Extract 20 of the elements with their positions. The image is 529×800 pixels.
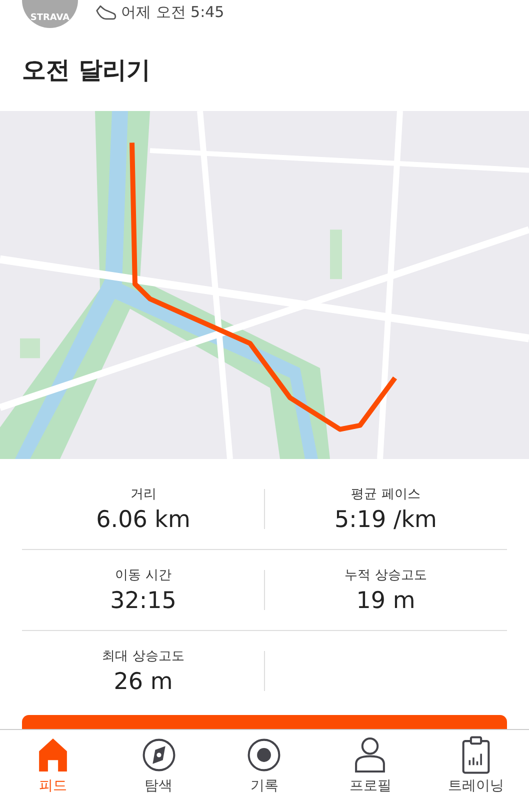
shoe-icon [95,4,117,20]
stat-label: 이동 시간 [115,567,172,584]
stat-label: 평균 페이스 [351,486,420,503]
activity-title: 오전 달리기 [21,55,152,85]
nav-tab[interactable]: 기록 [212,730,318,800]
compass-icon [140,736,177,774]
nav-tab[interactable]: 탐색 [106,730,212,800]
avatar-label: STRAVA [30,12,70,25]
nav-tab[interactable]: 트레이닝 [423,730,529,800]
stat-value: 5:19 /km [334,507,437,533]
timestamp: 어제 오전 5:45 [121,2,224,22]
stat-value: 19 m [356,588,416,614]
stat-label: 누적 상승고도 [344,567,427,584]
record-icon [246,736,282,774]
stat-label: 거리 [130,486,156,503]
stat-value: 6.06 km [96,507,190,533]
nav-tab[interactable]: 프로필 [317,730,424,800]
stat-label: 최대 상승고도 [102,648,184,665]
stat-value: 32:15 [110,588,176,614]
stat-value: 26 m [114,669,173,695]
